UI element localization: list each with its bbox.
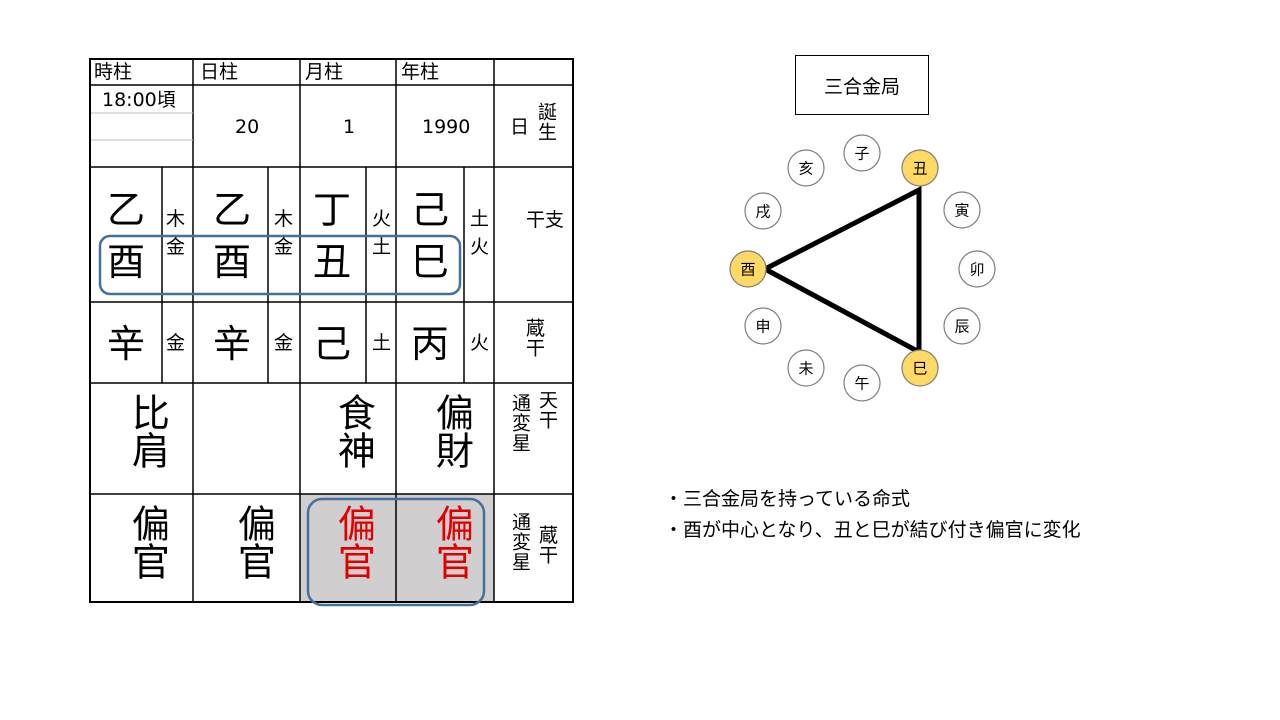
note-2: ・酉が中心となり、丑と巳が結び付き偏官に変化 xyxy=(664,519,1081,541)
branch-node: 子 xyxy=(843,134,881,172)
branch-node-label: 卯 xyxy=(969,261,984,279)
branch-node-label: 午 xyxy=(854,375,869,393)
branch-node: 戌 xyxy=(744,192,782,230)
branch-node: 巳 xyxy=(901,349,939,387)
sango-diagram: 子丑寅卯辰巳午 未 申 酉 戌 亥 xyxy=(729,134,996,402)
branch-node-label: 寅 xyxy=(954,202,969,220)
triangle xyxy=(759,185,922,357)
branch-node-label: 辰 xyxy=(954,318,969,336)
branch-node: 酉 xyxy=(729,250,767,288)
branch-node-label: 丑 xyxy=(912,160,927,178)
branch-node-label: 巳 xyxy=(912,360,927,378)
branch-node: 丑 xyxy=(901,149,939,187)
branch-node: 午 xyxy=(843,364,881,402)
branch-node: 卯 xyxy=(958,250,996,288)
branch-node: 申 xyxy=(744,307,782,345)
branch-node-label: 申 xyxy=(755,318,770,336)
branch-node: 辰 xyxy=(943,307,981,345)
branch-node: 寅 xyxy=(943,191,981,229)
branch-node: 未 xyxy=(787,349,825,387)
branch-node-label: 子 xyxy=(854,145,869,163)
branch-node-label: 未 xyxy=(798,360,813,378)
branch-node: 亥 xyxy=(787,149,825,187)
branch-node-label: 戌 xyxy=(755,203,770,221)
branch-node-label: 亥 xyxy=(798,160,813,178)
branch-node-label: 酉 xyxy=(740,261,755,279)
note-1: ・三合金局を持っている命式 xyxy=(664,488,911,510)
